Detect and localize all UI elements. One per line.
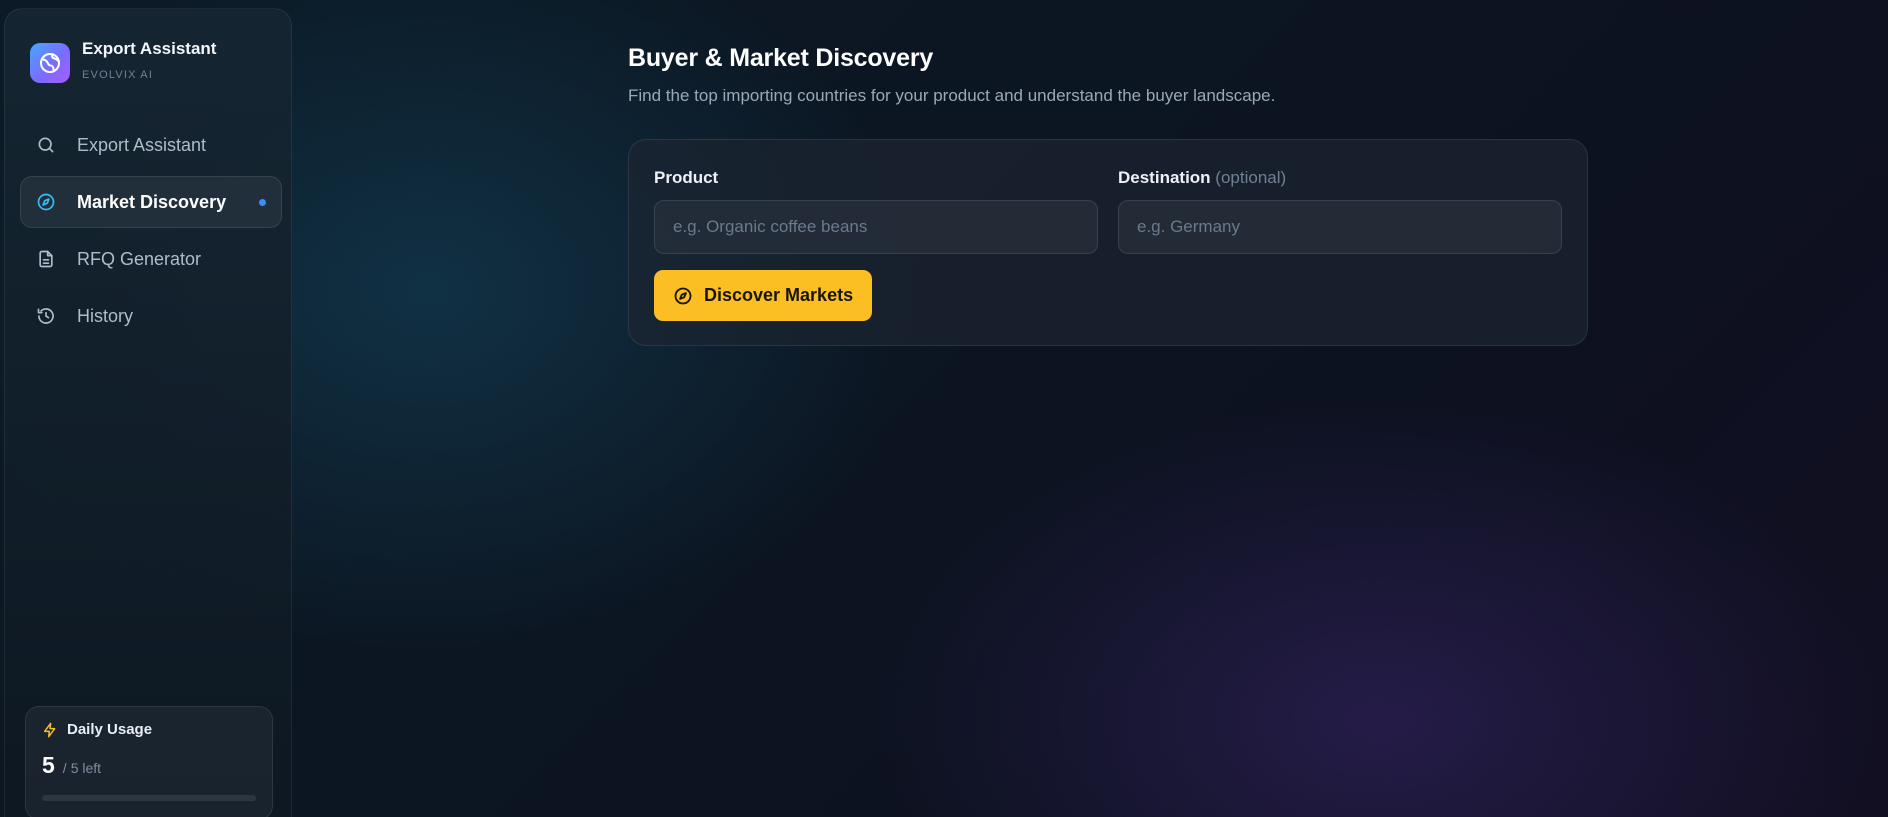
compass-icon <box>35 191 57 213</box>
sidebar-item-label: RFQ Generator <box>77 248 202 269</box>
sidebar-item-history[interactable]: History <box>20 290 282 342</box>
product-field: Product <box>654 168 1098 254</box>
destination-input[interactable] <box>1118 200 1562 254</box>
sidebar-item-rfq-generator[interactable]: RFQ Generator <box>20 233 282 285</box>
usage-remaining: 5 left <box>70 760 102 776</box>
page-title: Buyer & Market Discovery <box>628 44 934 72</box>
usage-separator: / <box>62 760 67 776</box>
active-indicator-dot <box>259 199 266 206</box>
lightning-icon <box>42 722 58 738</box>
discovery-form-card: Product Destination (optional) Discover … <box>628 139 1588 346</box>
sidebar-item-export-assistant[interactable]: Export Assistant <box>20 119 282 171</box>
optional-hint: (optional) <box>1215 168 1287 187</box>
discover-markets-button[interactable]: Discover Markets <box>654 270 872 321</box>
page-subtitle: Find the top importing countries for you… <box>628 86 1276 105</box>
daily-usage-card: Daily Usage 5 / 5 left <box>25 706 273 817</box>
history-icon <box>35 305 57 327</box>
sidebar-item-label: Export Assistant <box>77 134 207 155</box>
destination-label: Destination (optional) <box>1118 168 1562 190</box>
sidebar: Export Assistant EVOLVIX AI Export Assis… <box>4 8 292 817</box>
sidebar-nav: Export Assistant Market Discovery RFQ Ge… <box>20 119 282 347</box>
compass-icon <box>673 286 693 306</box>
globe-icon <box>30 43 70 83</box>
discover-markets-label: Discover Markets <box>704 285 854 305</box>
product-label: Product <box>654 168 1098 190</box>
search-icon <box>35 134 57 156</box>
usage-count: 5 <box>42 752 55 778</box>
sidebar-item-label: Market Discovery <box>77 191 227 212</box>
sidebar-item-market-discovery[interactable]: Market Discovery <box>20 176 282 228</box>
product-input[interactable] <box>654 200 1098 254</box>
brand-subtitle: EVOLVIX AI <box>82 69 154 81</box>
usage-title: Daily Usage <box>67 721 153 738</box>
brand[interactable]: Export Assistant EVOLVIX AI <box>30 39 216 83</box>
destination-field: Destination (optional) <box>1118 168 1562 254</box>
product-label-text: Product <box>654 168 719 187</box>
sidebar-item-label: History <box>77 305 134 326</box>
usage-progress-bar <box>42 795 256 801</box>
brand-title: Export Assistant <box>82 39 217 58</box>
document-icon <box>35 248 57 270</box>
destination-label-text: Destination <box>1118 168 1211 187</box>
